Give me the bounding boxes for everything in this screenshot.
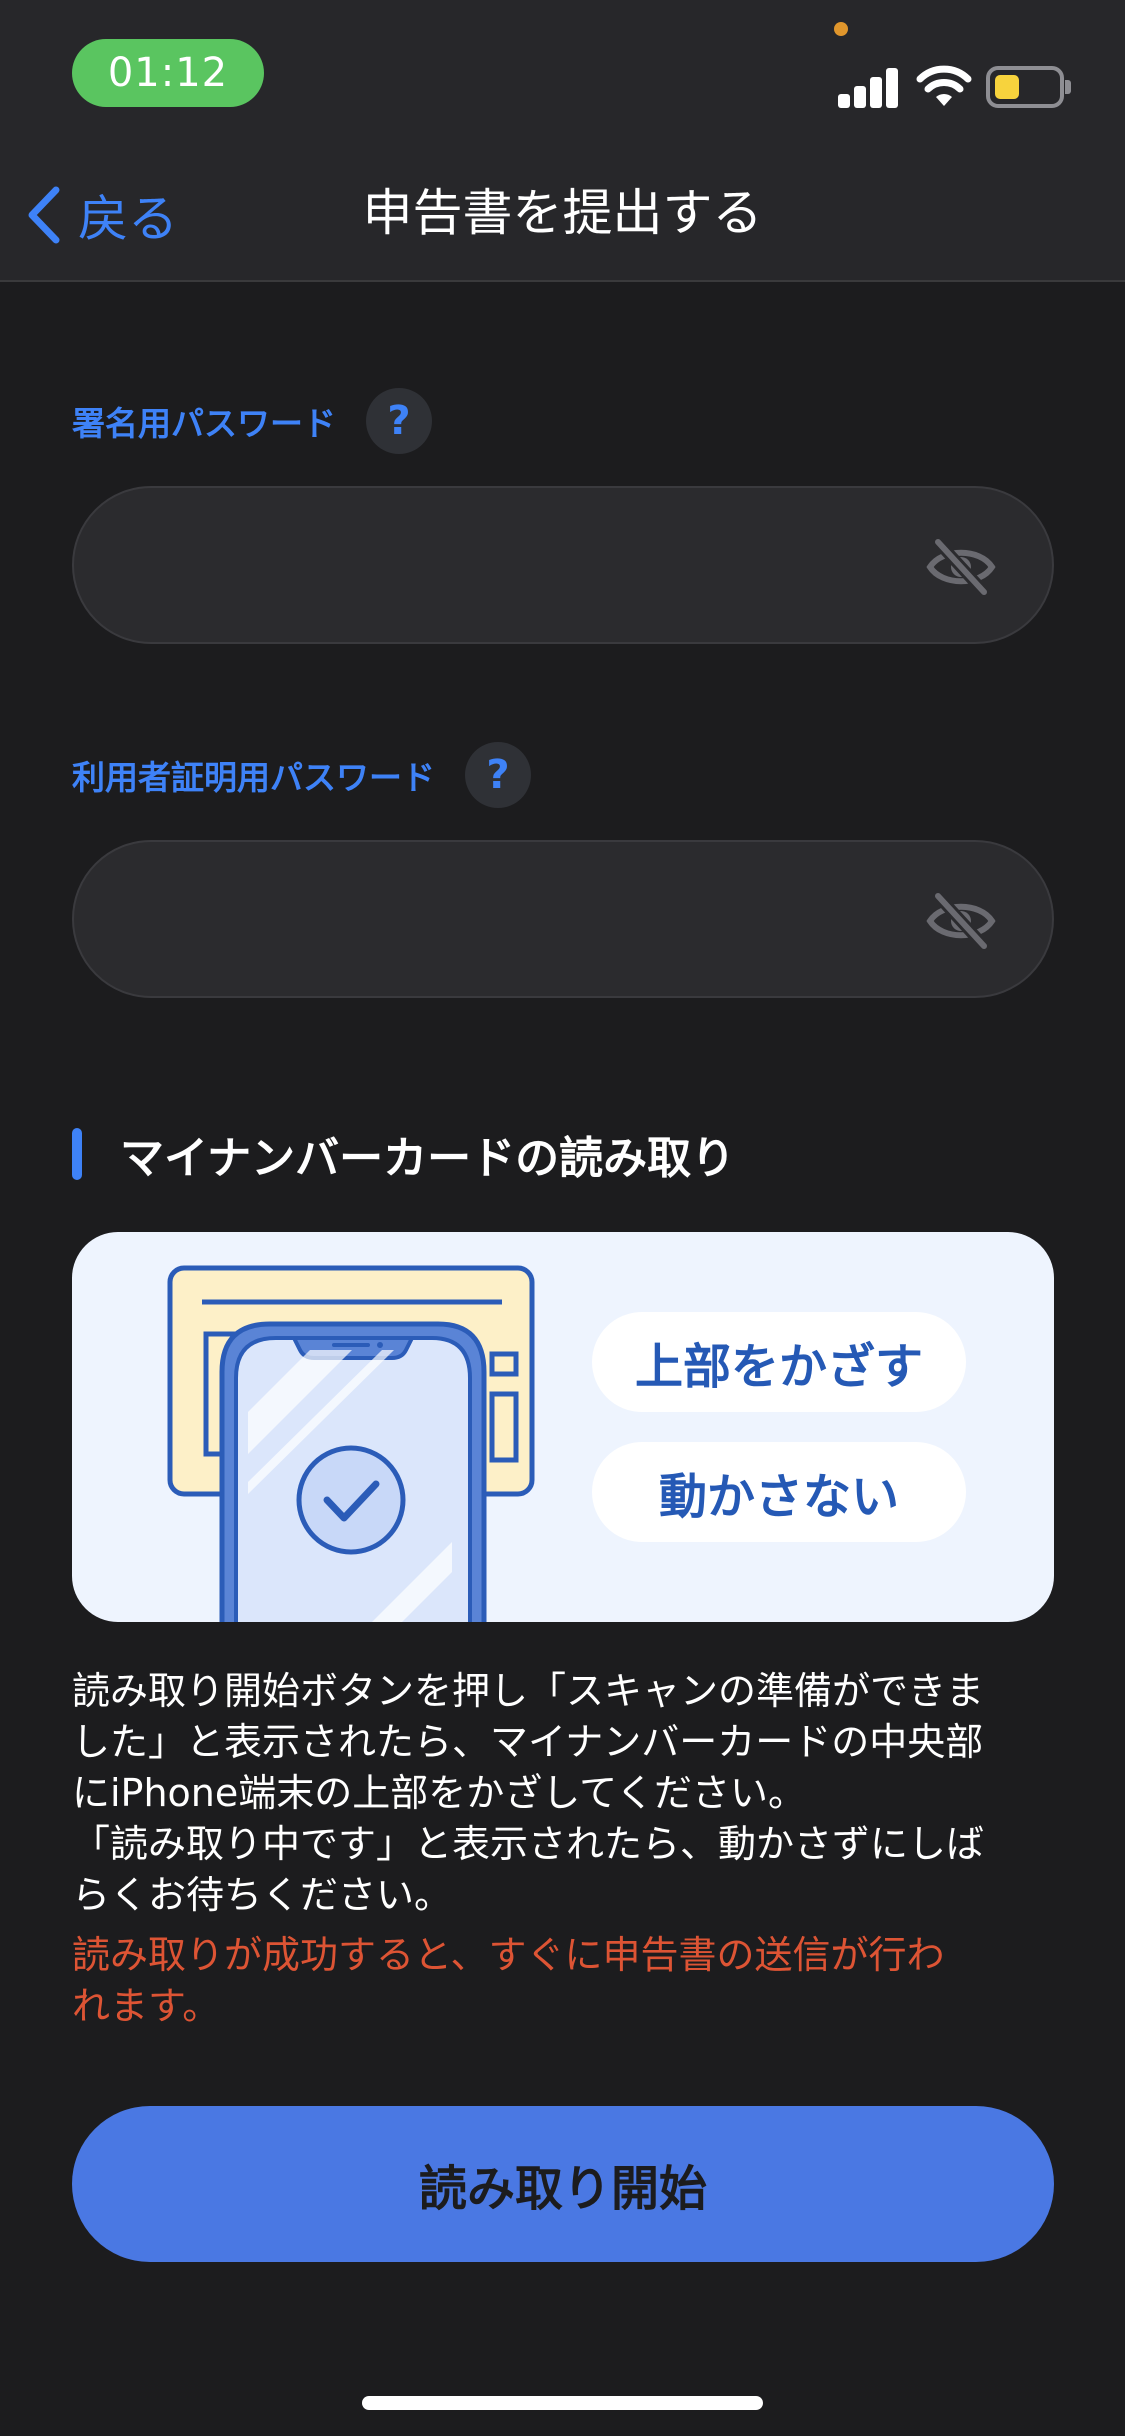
tip-hold-top: 上部をかざす xyxy=(592,1312,966,1412)
card-reading-heading: マイナンバーカードの読み取り xyxy=(72,1128,735,1184)
card-reading-illustration: 上部をかざす 動かさない xyxy=(72,1232,1054,1622)
battery-icon xyxy=(986,66,1071,108)
section-accent-bar xyxy=(72,1128,82,1180)
instruction-line: した」と表示されたら、マイナンバーカードの中央部 xyxy=(72,1720,984,1764)
tip-dont-move: 動かさない xyxy=(592,1442,966,1542)
signal-icon xyxy=(838,66,900,108)
section-title: マイナンバーカードの読み取り xyxy=(120,1133,736,1184)
user-cert-password-input[interactable] xyxy=(114,842,934,996)
signing-password-label-row: 署名用パスワード ? xyxy=(72,386,432,456)
warning-line: れます。 xyxy=(72,1984,221,2028)
instruction-line: 「読み取り中です」と表示されたら、動かさずにしば xyxy=(72,1822,985,1866)
start-reading-button[interactable]: 読み取り開始 xyxy=(72,2106,1054,2262)
warning-text: 読み取りが成功すると、すぐに申告書の送信が行わ れます。 xyxy=(72,1930,1062,2032)
warning-line: 読み取りが成功すると、すぐに申告書の送信が行わ xyxy=(72,1933,945,1977)
instruction-text: 読み取り開始ボタンを押し「スキャンの準備ができま した」と表示されたら、マイナン… xyxy=(72,1666,1062,1921)
instruction-line: 読み取り開始ボタンを押し「スキャンの準備ができま xyxy=(72,1669,985,1713)
page-title: 申告書を提出する xyxy=(362,184,763,242)
signing-password-help-icon[interactable]: ? xyxy=(366,388,432,454)
instruction-line: らくお待ちください。 xyxy=(72,1873,453,1917)
user-cert-password-help-icon[interactable]: ? xyxy=(465,742,531,808)
instruction-line: にiPhone端末の上部をかざしてください。 xyxy=(72,1771,806,1815)
signing-password-label: 署名用パスワード xyxy=(72,404,336,443)
eye-slash-icon[interactable] xyxy=(926,538,996,596)
home-indicator[interactable] xyxy=(362,2396,763,2410)
signing-password-input[interactable] xyxy=(114,488,934,642)
status-time: 01:12 xyxy=(72,39,264,107)
user-cert-password-label: 利用者証明用パスワード xyxy=(72,758,435,797)
phone-on-card-illustration xyxy=(167,1265,535,1622)
privacy-indicator-dot xyxy=(834,22,848,36)
user-cert-password-label-row: 利用者証明用パスワード ? xyxy=(72,740,531,810)
navigation-header: 01:12 戻る 申告書を提出する xyxy=(0,0,1125,282)
eye-slash-icon[interactable] xyxy=(926,892,996,950)
user-cert-password-field[interactable] xyxy=(72,840,1054,998)
signing-password-field[interactable] xyxy=(72,486,1054,644)
wifi-icon xyxy=(916,65,972,106)
